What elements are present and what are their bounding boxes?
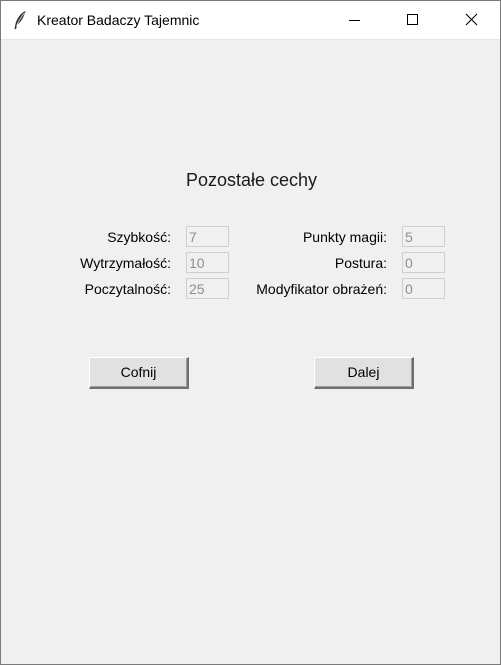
close-button[interactable] [448, 1, 494, 39]
window-title: Kreator Badaczy Tajemnic [37, 12, 200, 28]
maximize-icon [407, 14, 418, 25]
sanity-label: Poczytalność: [84, 281, 171, 297]
endurance-field [186, 252, 229, 273]
build-label: Postura: [334, 255, 387, 271]
speed-field [186, 226, 229, 247]
damage-modifier-field [402, 278, 445, 299]
app-window: Kreator Badaczy Tajemnic Pozostałe cechy… [0, 0, 501, 665]
speed-label: Szybkość: [107, 229, 171, 245]
build-field [402, 252, 445, 273]
magic-points-label: Punkty magii: [302, 229, 387, 245]
next-button[interactable]: Dalej [314, 357, 414, 389]
minimize-button[interactable] [331, 1, 377, 39]
magic-points-field [402, 226, 445, 247]
back-button[interactable]: Cofnij [89, 357, 189, 389]
section-heading: Pozostałe cechy [185, 170, 318, 190]
title-bar[interactable]: Kreator Badaczy Tajemnic [1, 1, 500, 40]
endurance-label: Wytrzymałość: [80, 255, 171, 271]
damage-modifier-label: Modyfikator obrażeń: [256, 281, 387, 297]
sanity-field [186, 278, 229, 299]
maximize-button[interactable] [389, 1, 435, 39]
feather-icon [12, 10, 28, 30]
minimize-icon [349, 20, 360, 21]
close-icon [465, 13, 478, 26]
